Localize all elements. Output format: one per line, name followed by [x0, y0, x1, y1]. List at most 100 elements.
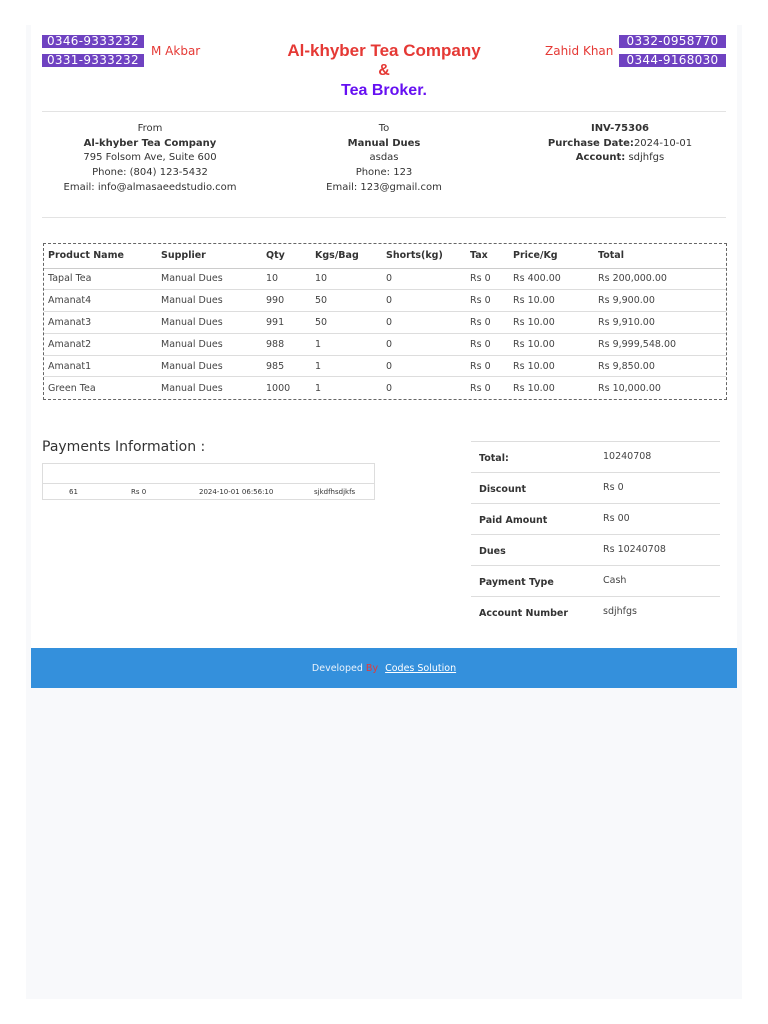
table-cell: Rs 0: [466, 267, 509, 290]
products-table: Product Name Supplier Qty Kgs/Bag Shorts(kg)…: [43, 243, 727, 400]
footer-by: By: [365, 663, 379, 674]
table-cell: Rs 10.00: [509, 332, 594, 356]
from-label: From: [137, 123, 163, 134]
table-cell: Amanat1: [44, 354, 157, 377]
summary-row: Dues Rs 10240708: [471, 534, 720, 565]
to-name: Manual Dues: [347, 137, 421, 149]
divider: [42, 217, 726, 218]
from-address: From Al-khyber Tea Company 795 Folsom Av…: [60, 122, 240, 196]
payments-title: Payments Information :: [42, 439, 206, 455]
table-cell: Rs 0: [466, 376, 509, 399]
summary-row: Total: 10240708: [471, 441, 720, 472]
table-cell: Rs 9,910.00: [594, 311, 726, 334]
column-header: Qty: [262, 244, 311, 269]
to-address: To Manual Dues asdas Phone: 123 Email: 1…: [294, 122, 474, 196]
table-cell: 10: [311, 267, 382, 290]
purchase-date: 2024-10-01: [633, 137, 693, 149]
table-cell: Manual Dues: [157, 267, 262, 290]
codes-solution-link[interactable]: Codes Solution: [385, 663, 456, 674]
table-cell: Rs 0: [466, 289, 509, 312]
table-cell: Rs 9,850.00: [594, 354, 726, 377]
table-cell: Tapal Tea: [44, 267, 157, 290]
column-header: Kgs/Bag: [311, 244, 382, 269]
phone-badge: 0331-9333232: [42, 54, 144, 67]
from-name: Al-khyber Tea Company: [83, 137, 217, 149]
table-cell: Amanat3: [44, 311, 157, 334]
table-cell: Rs 10.00: [509, 354, 594, 377]
invoice-info: INV-75306 Purchase Date:2024-10-01 Accou…: [530, 122, 710, 166]
summary-label: Account Number: [479, 608, 569, 619]
table-cell: 0: [382, 267, 466, 290]
table-cell: 50: [311, 311, 382, 334]
table-cell: 0: [382, 376, 466, 399]
summary-label: Discount: [479, 484, 527, 495]
company-title: Al-khyber Tea Company: [287, 41, 481, 60]
table-cell: Rs 0: [466, 354, 509, 377]
table-cell: 1: [311, 332, 382, 356]
footer: Developed By Codes Solution: [31, 648, 737, 688]
invoice-number: INV-75306: [590, 123, 650, 134]
summary-table: Total: 10240708 Discount Rs 0 Paid Amount Rs …: [471, 441, 720, 627]
from-email: Email: info@almasaeedstudio.com: [63, 181, 237, 193]
footer-developed: Developed: [311, 663, 363, 674]
column-header: Price/Kg: [509, 244, 594, 269]
table-cell: Rs 10.00: [509, 289, 594, 312]
column-header: Tax: [466, 244, 509, 269]
table-cell: Manual Dues: [157, 376, 262, 399]
phone-badge: 0332-0958770: [619, 35, 726, 48]
table-cell: 991: [262, 311, 311, 334]
table-cell: Rs 400.00: [509, 267, 594, 290]
contact-name-left: M Akbar: [151, 44, 201, 58]
to-phone: Phone: 123: [355, 167, 413, 179]
summary-value: Rs 0: [603, 482, 624, 493]
table-cell: 0: [382, 332, 466, 356]
summary-label: Total:: [479, 453, 509, 464]
to-email: Email: 123@gmail.com: [326, 181, 442, 193]
table-cell: 1000: [262, 376, 311, 399]
table-cell: 0: [382, 311, 466, 334]
payment-amount: Rs 0: [131, 488, 147, 496]
summary-value: Rs 00: [603, 513, 630, 524]
table-cell: 0: [382, 289, 466, 312]
table-cell: 1: [311, 354, 382, 377]
summary-row: Discount Rs 0: [471, 472, 720, 503]
contact-name-right: Zahid Khan: [545, 44, 614, 58]
table-cell: Rs 9,999,548.00: [594, 332, 726, 356]
summary-value: Cash: [603, 575, 627, 586]
table-cell: Rs 9,900.00: [594, 289, 726, 312]
from-phone: Phone: (804) 123-5432: [92, 167, 208, 179]
from-street: 795 Folsom Ave, Suite 600: [83, 152, 217, 164]
table-cell: Amanat2: [44, 332, 157, 356]
summary-row: Payment Type Cash: [471, 565, 720, 596]
table-cell: Manual Dues: [157, 311, 262, 334]
payment-row: 61 Rs 0 2024-10-01 06:56:10 sjkdfhsdjkfs: [43, 483, 374, 500]
column-header: Supplier: [157, 244, 262, 269]
table-row: Amanat1 Manual Dues 985 1 0 Rs 0 Rs 10.00 Rs 9,…: [44, 354, 726, 377]
phone-badge: 0344-9168030: [619, 54, 726, 67]
table-cell: Rs 200,000.00: [594, 267, 726, 290]
table-header-row: Product Name Supplier Qty Kgs/Bag Shorts(kg)…: [44, 244, 726, 269]
column-header: Total: [594, 244, 726, 269]
summary-row: Paid Amount Rs 00: [471, 503, 720, 534]
table-cell: 10: [262, 267, 311, 290]
account-label: Account:: [575, 152, 626, 164]
table-cell: Manual Dues: [157, 289, 262, 312]
summary-row: Account Number sdjhfgs: [471, 596, 720, 627]
table-cell: Rs 0: [466, 332, 509, 356]
table-cell: Rs 10.00: [509, 376, 594, 399]
table-cell: Amanat4: [44, 289, 157, 312]
ampersand: &: [378, 62, 390, 79]
payment-note: sjkdfhsdjkfs: [314, 488, 356, 496]
summary-label: Dues: [479, 546, 506, 557]
table-cell: Rs 0: [466, 311, 509, 334]
table-cell: Rs 10,000.00: [594, 376, 726, 399]
summary-label: Payment Type: [479, 577, 554, 588]
table-cell: Green Tea: [44, 376, 157, 399]
table-row: Tapal Tea Manual Dues 10 10 0 Rs 0 Rs 400.00 Rs…: [44, 267, 726, 290]
summary-value: 10240708: [603, 451, 652, 462]
payment-id: 61: [69, 488, 78, 496]
table-row: Green Tea Manual Dues 1000 1 0 Rs 0 Rs 10.00 Rs…: [44, 376, 726, 399]
table-row: Amanat4 Manual Dues 990 50 0 Rs 0 Rs 10.00 Rs 9…: [44, 289, 726, 312]
table-cell: 990: [262, 289, 311, 312]
table-cell: Manual Dues: [157, 354, 262, 377]
